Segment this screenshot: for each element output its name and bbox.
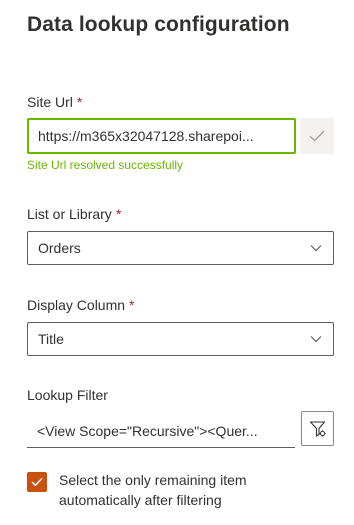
panel-title: Data lookup configuration (27, 13, 290, 36)
display-column-dropdown[interactable]: Title (27, 322, 334, 356)
site-url-value: https://m365x32047128.sharepoi... (38, 128, 254, 144)
required-mark: * (76, 94, 83, 110)
list-library-label: List or Library * (27, 206, 121, 222)
site-url-input[interactable]: https://m365x32047128.sharepoi... (27, 118, 296, 154)
auto-select-checkbox[interactable] (27, 472, 47, 492)
list-library-dropdown[interactable]: Orders (27, 231, 334, 265)
site-url-label: Site Url * (27, 94, 82, 110)
checkmark-icon (31, 477, 43, 487)
list-library-selected: Orders (38, 240, 81, 256)
display-column-label-text: Display Column (27, 297, 126, 313)
lookup-filter-label: Lookup Filter (27, 387, 108, 403)
display-column-selected: Title (38, 331, 64, 347)
site-url-status: Site Url resolved successfully (27, 158, 184, 172)
display-column-label: Display Column * (27, 297, 135, 313)
site-url-label-text: Site Url (27, 94, 73, 110)
required-mark: * (115, 206, 122, 222)
validate-url-button[interactable] (300, 118, 334, 154)
checkmark-icon (309, 130, 325, 142)
chevron-down-icon (309, 333, 323, 345)
data-lookup-panel: Data lookup configuration Site Url * http… (0, 0, 354, 525)
filter-settings-icon (309, 420, 326, 437)
lookup-filter-input[interactable]: <View Scope="Recursive"><Quer... (27, 414, 295, 448)
chevron-down-icon (309, 242, 323, 254)
list-library-label-text: List or Library (27, 206, 112, 222)
edit-filter-button[interactable] (301, 411, 334, 446)
required-mark: * (129, 297, 135, 313)
auto-select-label: Select the only remaining item automatic… (59, 472, 247, 508)
auto-select-option: Select the only remaining item automatic… (27, 470, 327, 510)
lookup-filter-value: <View Scope="Recursive"><Quer... (37, 422, 258, 439)
